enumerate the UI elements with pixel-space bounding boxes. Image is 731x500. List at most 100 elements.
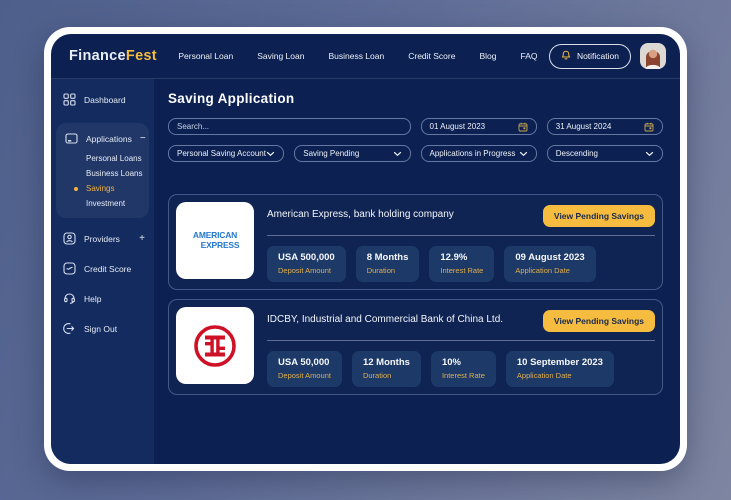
- sidebar-item-personal-loans[interactable]: Personal Loans: [86, 154, 145, 163]
- date-to-value: 31 August 2024: [555, 122, 612, 131]
- calendar-icon: [644, 122, 654, 132]
- card-stats: USA 500,000 Deposit Amount 8 Months Dura…: [267, 246, 655, 282]
- stat-label: Deposit Amount: [278, 266, 331, 275]
- applications-sub-list: Personal Loans Business Loans Savings In…: [74, 154, 145, 208]
- sidebar-sign-out-label: Sign Out: [84, 323, 118, 334]
- sign-out-icon: [63, 322, 76, 335]
- stat-duration: 8 Months Duration: [355, 246, 420, 282]
- nav-blog[interactable]: Blog: [479, 51, 496, 61]
- account-type-value: Personal Saving Account: [177, 149, 266, 158]
- sidebar-item-savings[interactable]: Savings: [74, 184, 145, 193]
- date-to-field[interactable]: 31 August 2024: [546, 118, 663, 135]
- savings-card-list: AMERICAN EXPRESS American Express, bank …: [168, 194, 663, 395]
- sidebar-item-applications[interactable]: Applications −: [65, 132, 146, 145]
- stat-value: USA 50,000: [278, 357, 330, 368]
- savings-card-icbc: IDCBY, Industrial and Commercial Bank of…: [168, 299, 663, 395]
- app-window-frame: FinanceFest Personal Loan Saving Loan Bu…: [44, 27, 687, 471]
- card-divider: [267, 235, 655, 236]
- sidebar-dashboard-label: Dashboard: [84, 94, 126, 105]
- stat-label: Deposit Amount: [278, 371, 331, 380]
- stat-label: Application Date: [515, 266, 570, 275]
- bank-name: IDCBY, Industrial and Commercial Bank of…: [267, 314, 504, 325]
- brand-logo[interactable]: FinanceFest: [69, 48, 157, 64]
- stat-deposit-amount: USA 50,000 Deposit Amount: [267, 351, 342, 387]
- help-headset-icon: [63, 292, 76, 305]
- sidebar-item-providers[interactable]: Providers +: [63, 232, 149, 245]
- stat-label: Interest Rate: [441, 371, 485, 380]
- bell-icon: [561, 50, 571, 63]
- stat-label: Duration: [366, 266, 396, 275]
- nav-saving-loan[interactable]: Saving Loan: [257, 51, 304, 61]
- nav-credit-score[interactable]: Credit Score: [408, 51, 455, 61]
- stat-value: 8 Months: [366, 252, 409, 263]
- chevron-down-icon: [645, 151, 654, 157]
- brand-primary: Finance: [69, 48, 126, 64]
- page-title: Saving Application: [168, 91, 295, 106]
- account-type-dropdown[interactable]: Personal Saving Account: [168, 145, 285, 162]
- sidebar-applications-group: Applications − Personal Loans Business L…: [56, 123, 149, 218]
- applications-icon: [65, 132, 78, 145]
- stat-value: 10 September 2023: [516, 357, 603, 368]
- sidebar-item-investment[interactable]: Investment: [86, 199, 145, 208]
- app-root: FinanceFest Personal Loan Saving Loan Bu…: [51, 34, 680, 464]
- amex-logo-line2: EXPRESS: [200, 239, 240, 250]
- sort-order-dropdown[interactable]: Descending: [546, 145, 663, 162]
- user-avatar[interactable]: [640, 43, 666, 69]
- dashboard-grid-icon: [63, 93, 76, 106]
- chevron-down-icon: [393, 151, 402, 157]
- stat-interest-rate: 12.9% Interest Rate: [429, 246, 495, 282]
- stat-deposit-amount: USA 500,000 Deposit Amount: [267, 246, 346, 282]
- stat-label: Interest Rate: [440, 266, 484, 275]
- stat-label: Duration: [362, 371, 392, 380]
- view-pending-savings-button[interactable]: View Pending Savings: [542, 205, 655, 227]
- sidebar-help-label: Help: [84, 293, 102, 304]
- collapse-minus-icon[interactable]: −: [140, 133, 146, 144]
- nav-personal-loan[interactable]: Personal Loan: [178, 51, 233, 61]
- filters-bar: 01 August 2023 31 August 2024: [168, 118, 663, 162]
- date-from-value: 01 August 2023: [429, 122, 486, 131]
- view-pending-savings-button[interactable]: View Pending Savings: [542, 310, 655, 332]
- credit-score-icon: [63, 262, 76, 275]
- providers-person-icon: [63, 232, 76, 245]
- status-value: Saving Pending: [303, 149, 360, 158]
- nav-faq[interactable]: FAQ: [520, 51, 537, 61]
- sidebar-item-credit-score[interactable]: Credit Score: [63, 262, 149, 275]
- top-header: FinanceFest Personal Loan Saving Loan Bu…: [51, 34, 680, 79]
- sidebar-item-business-loans[interactable]: Business Loans: [86, 169, 145, 178]
- sidebar-providers-label: Providers: [84, 233, 120, 244]
- chevron-down-icon: [519, 151, 528, 157]
- icbc-logo: [176, 307, 254, 384]
- stat-application-date: 09 August 2023 Application Date: [504, 246, 596, 282]
- sidebar-credit-score-label: Credit Score: [84, 263, 132, 274]
- search-field[interactable]: [168, 118, 411, 135]
- notification-button[interactable]: Notification: [548, 43, 631, 69]
- brand-accent: Fest: [125, 48, 157, 64]
- stat-value: 10%: [441, 357, 461, 368]
- savings-card-amex: AMERICAN EXPRESS American Express, bank …: [168, 194, 663, 290]
- amex-logo: AMERICAN EXPRESS: [176, 202, 254, 279]
- bank-name: American Express, bank holding company: [267, 209, 454, 220]
- expand-plus-icon[interactable]: +: [139, 233, 145, 244]
- notification-label: Notification: [576, 51, 619, 61]
- progress-dropdown[interactable]: Applications in Progress: [420, 145, 537, 162]
- sidebar-item-help[interactable]: Help: [63, 292, 149, 305]
- status-dropdown[interactable]: Saving Pending: [294, 145, 411, 162]
- date-from-field[interactable]: 01 August 2023: [420, 118, 537, 135]
- search-input[interactable]: [177, 122, 402, 131]
- stat-value: 09 August 2023: [515, 252, 585, 263]
- sort-order-value: Descending: [555, 149, 598, 158]
- chevron-down-icon: [266, 151, 275, 157]
- stat-interest-rate: 10% Interest Rate: [430, 351, 496, 387]
- stat-application-date: 10 September 2023 Application Date: [505, 351, 614, 387]
- app-body: Dashboard Applications − Personal Loans …: [51, 79, 680, 464]
- card-content: American Express, bank holding company V…: [267, 202, 655, 282]
- nav-business-loan[interactable]: Business Loan: [328, 51, 384, 61]
- card-content: IDCBY, Industrial and Commercial Bank of…: [267, 307, 655, 387]
- sidebar-applications-label: Applications: [86, 133, 132, 144]
- stat-value: 12 Months: [362, 357, 410, 368]
- progress-value: Applications in Progress: [429, 149, 516, 158]
- sidebar-item-sign-out[interactable]: Sign Out: [63, 322, 149, 335]
- sidebar: Dashboard Applications − Personal Loans …: [51, 79, 154, 464]
- card-stats: USA 50,000 Deposit Amount 12 Months Dura…: [267, 351, 655, 387]
- sidebar-item-dashboard[interactable]: Dashboard: [63, 93, 149, 106]
